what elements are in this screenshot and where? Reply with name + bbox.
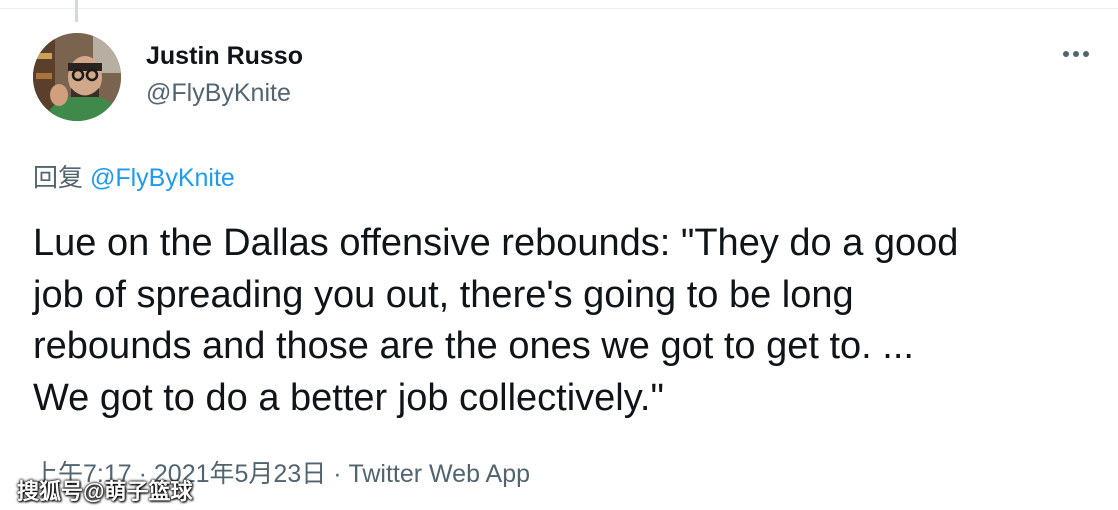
tweet-line: rebounds and those are the ones we got t… — [33, 325, 914, 367]
avatar-image — [33, 33, 121, 121]
author-handle[interactable]: @FlyByKnite — [146, 79, 291, 108]
tweet-source[interactable]: Twitter Web App — [348, 460, 530, 488]
reply-context: 回复 @FlyByKnite — [33, 158, 235, 194]
more-options-button[interactable] — [1060, 40, 1092, 68]
meta-separator: · — [333, 460, 342, 488]
more-horizontal-icon — [1063, 51, 1089, 57]
tweet-line: Lue on the Dallas offensive rebounds: "T… — [33, 222, 959, 264]
thread-connector-line — [75, 0, 78, 22]
watermark: 搜狐号@萌子篮球 — [17, 479, 193, 504]
top-divider — [0, 8, 1118, 9]
avatar[interactable] — [33, 33, 121, 121]
tweet-line: job of spreading you out, there's going … — [33, 273, 854, 316]
tweet-text: Lue on the Dallas offensive rebounds: "T… — [33, 218, 1093, 424]
author-name[interactable]: Justin Russo — [146, 42, 303, 71]
reply-mention-link[interactable]: @FlyByKnite — [90, 164, 235, 192]
reply-prefix: 回复 — [33, 164, 84, 192]
tweet-line: We got to do a better job collectively." — [33, 376, 664, 419]
